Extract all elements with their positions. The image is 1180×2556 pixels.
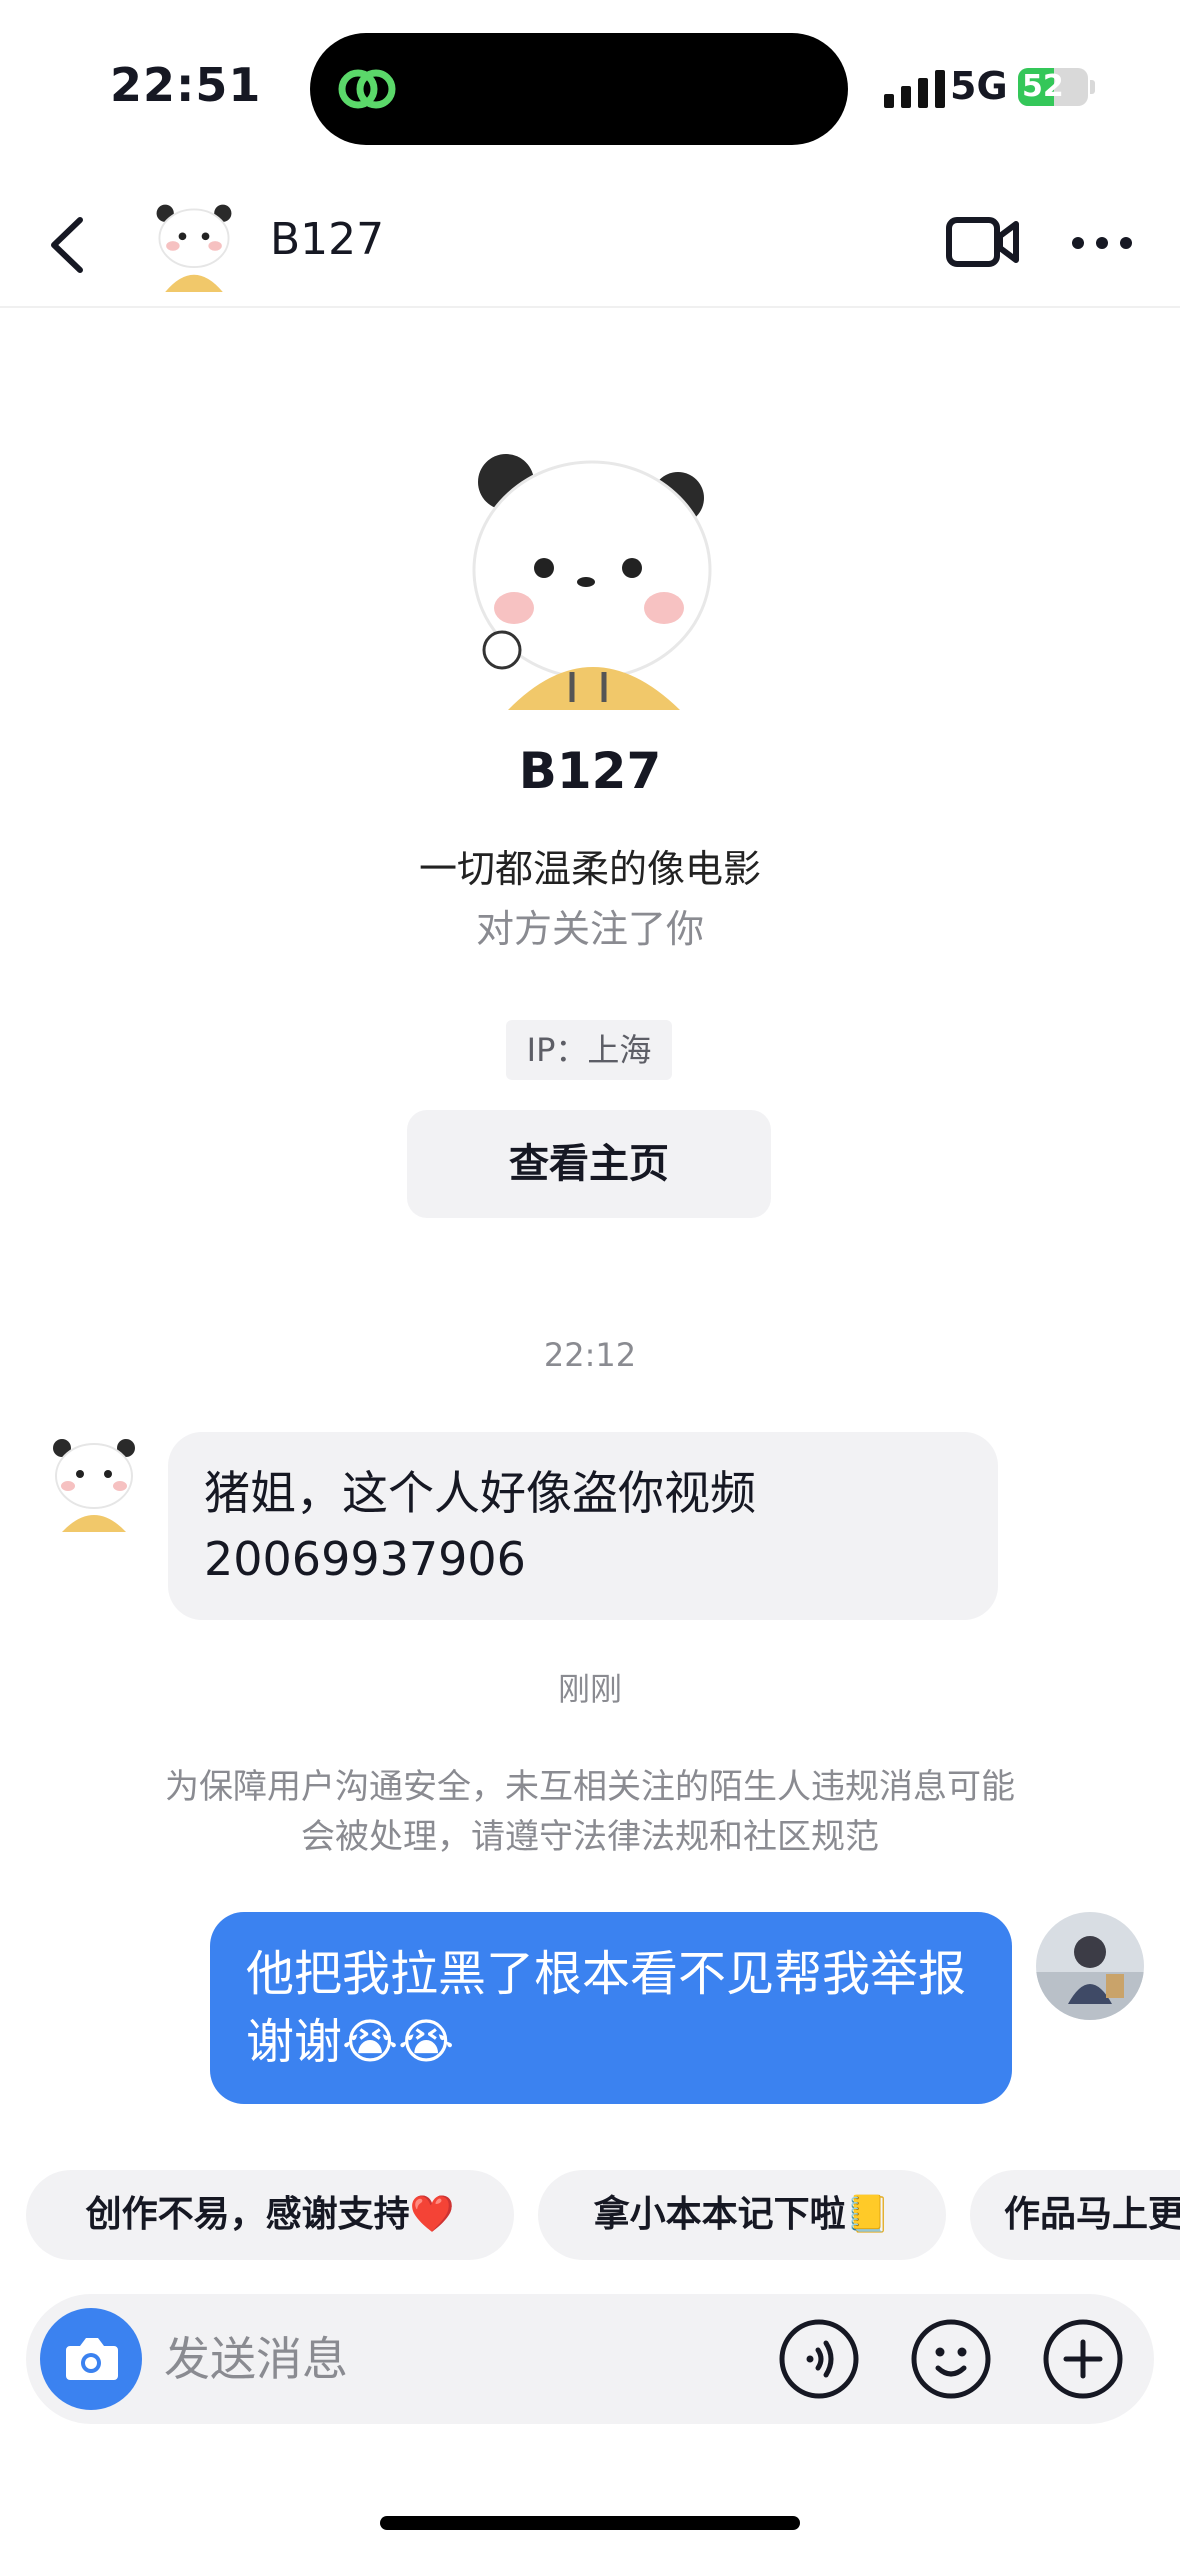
- quick-reply-chip[interactable]: 作品马上更: [970, 2170, 1180, 2260]
- camera-button[interactable]: [40, 2308, 142, 2410]
- incoming-message-bubble[interactable]: 猪姐，这个人好像盗你视频 20069937906: [168, 1432, 998, 1620]
- my-avatar[interactable]: [1036, 1912, 1144, 2020]
- voice-icon[interactable]: [778, 2318, 860, 2400]
- profile-bio: 一切都温柔的像电影: [418, 847, 761, 891]
- battery-tip: [1090, 80, 1095, 94]
- outgoing-message-bubble[interactable]: 他把我拉黑了根本看不见帮我举报谢谢😭😭: [210, 1912, 1012, 2104]
- profile-name: B127: [518, 742, 662, 800]
- ip-location-tag: IP：上海: [506, 1020, 672, 1080]
- signal-icon: [884, 68, 945, 108]
- home-indicator[interactable]: [380, 2516, 800, 2530]
- battery-level: 52: [1022, 69, 1064, 104]
- plus-icon[interactable]: [1042, 2318, 1124, 2400]
- message-timestamp: 刚刚: [557, 1670, 622, 1708]
- app-link-icon: [338, 69, 396, 109]
- quick-reply-chip[interactable]: 拿小本本记下啦📒: [538, 2170, 946, 2260]
- message-input[interactable]: 发送消息: [164, 2326, 348, 2392]
- back-icon[interactable]: [44, 212, 94, 278]
- more-icon[interactable]: [1070, 228, 1134, 258]
- video-call-icon[interactable]: [946, 212, 1020, 272]
- header-divider: [0, 306, 1180, 308]
- header-contact-name[interactable]: B127: [270, 214, 384, 265]
- message-timestamp: 22:12: [543, 1336, 637, 1374]
- camera-icon: [66, 2338, 118, 2380]
- status-time: 22:51: [110, 58, 262, 112]
- quick-reply-chip[interactable]: 创作不易，感谢支持❤️: [26, 2170, 514, 2260]
- battery-icon: 52: [1018, 68, 1088, 106]
- contact-avatar[interactable]: [146, 196, 242, 292]
- emoji-icon[interactable]: [910, 2318, 992, 2400]
- view-profile-button[interactable]: 查看主页: [407, 1110, 771, 1218]
- network-type: 5G: [950, 64, 1008, 108]
- follow-status: 对方关注了你: [475, 907, 704, 951]
- sender-avatar[interactable]: [44, 1432, 144, 1532]
- profile-avatar[interactable]: [468, 440, 716, 710]
- safety-notice: 为保障用户沟通安全，未互相关注的陌生人违规消息可能会被处理，请遵守法律法规和社区…: [165, 1767, 1015, 1857]
